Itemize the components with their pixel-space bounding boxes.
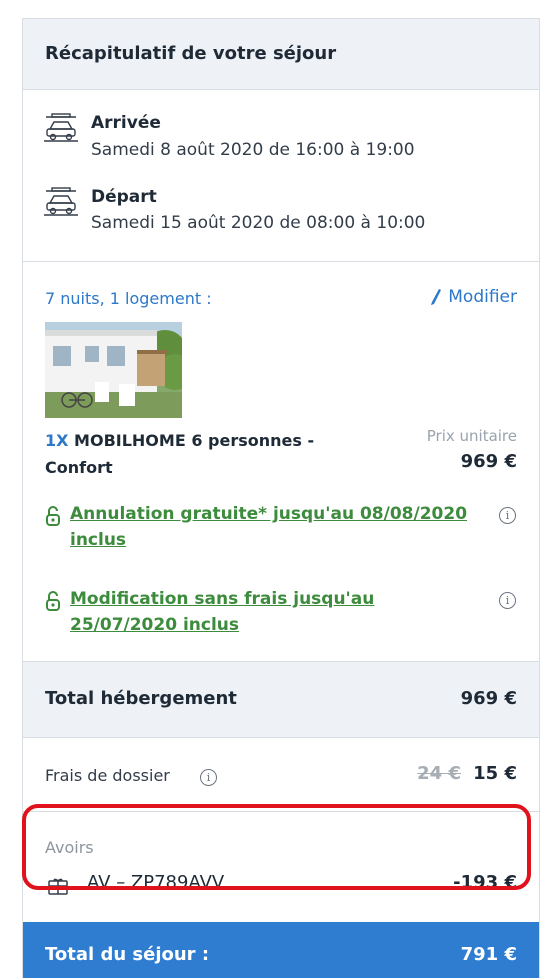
modify-label: Modifier (448, 287, 517, 307)
arrival-label: Arrivée (91, 113, 161, 133)
product-name: 1X MOBILHOME 6 personnes - Confort (45, 427, 355, 481)
modification-link[interactable]: Modification sans frais jusqu'au 25/07/2… (70, 586, 470, 638)
fees-old-price: 24 € (417, 763, 461, 784)
modify-button[interactable]: Modifier (430, 287, 517, 307)
summary-header: Récapitulatif de votre séjour (23, 19, 539, 89)
departure-label: Départ (91, 187, 157, 207)
info-icon[interactable]: i (200, 769, 217, 786)
unit-price-value: 969 € (460, 451, 517, 472)
fees-label: Frais de dossier (45, 766, 170, 785)
unlock-icon (46, 591, 60, 611)
divider (23, 89, 539, 90)
accommodation-total-value: 969 € (460, 688, 517, 709)
accommodation-total-label: Total hébergement (45, 688, 237, 709)
info-icon[interactable]: i (499, 592, 516, 609)
arrival-value: Samedi 8 août 2020 de 16:00 à 19:00 (91, 140, 415, 160)
credits-highlight (22, 804, 531, 890)
accommodation-total-row: Total hébergement 969 € (23, 662, 539, 737)
product-label: MOBILHOME 6 personnes - Confort (45, 431, 315, 477)
info-icon[interactable]: i (499, 507, 516, 524)
departure-value: Samedi 15 août 2020 de 08:00 à 10:00 (91, 213, 426, 233)
stay-total-value: 791 € (460, 944, 517, 965)
unlock-icon (46, 506, 60, 526)
pencil-icon (431, 289, 442, 305)
stay-total-bar: Total du séjour : 791 € (23, 922, 539, 978)
mobilhome-photo (45, 322, 182, 418)
unit-price-label: Prix unitaire (426, 427, 517, 445)
car-arrival-icon (44, 113, 78, 142)
nights-summary: 7 nuits, 1 logement : (45, 289, 212, 308)
divider (23, 261, 539, 262)
stay-total-label: Total du séjour : (45, 944, 210, 965)
car-departure-icon (44, 187, 78, 216)
product-quantity: 1X (45, 431, 69, 450)
fees-new-price: 15 € (473, 763, 517, 784)
summary-title: Récapitulatif de votre séjour (45, 43, 337, 64)
divider (23, 737, 539, 738)
cancellation-link[interactable]: Annulation gratuite* jusqu'au 08/08/2020… (70, 501, 470, 553)
